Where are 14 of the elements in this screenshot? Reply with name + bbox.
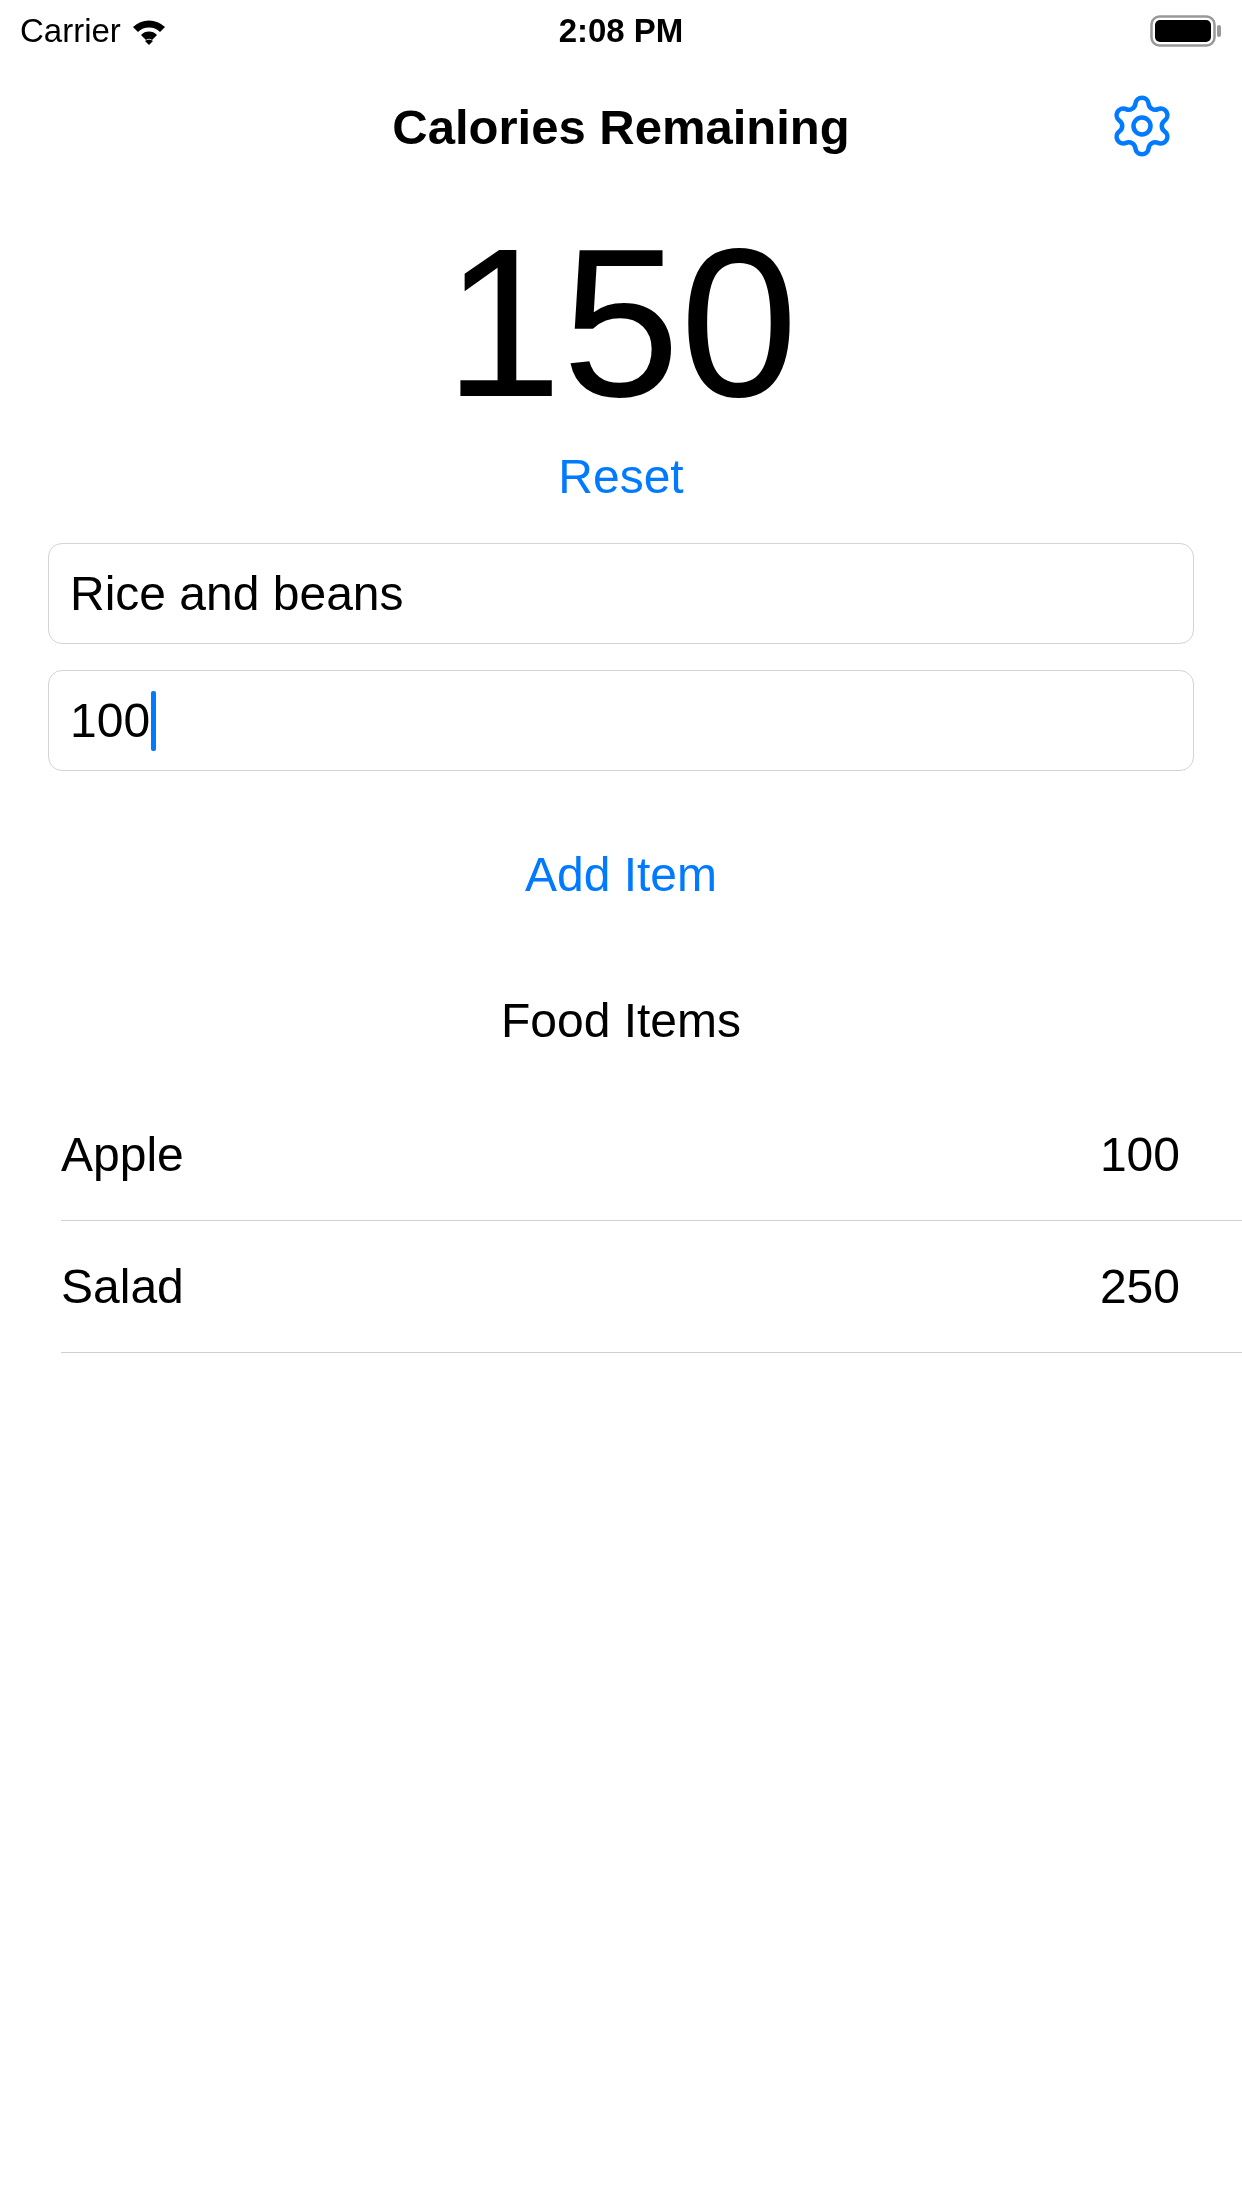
food-calories: 100 xyxy=(1099,1127,1180,1182)
section-title: Food Items xyxy=(500,993,742,1049)
reset-button[interactable]: Reset xyxy=(554,447,688,507)
food-name: Apple xyxy=(61,1127,184,1182)
calories-remaining-value: 150 xyxy=(444,210,798,435)
food-name: Salad xyxy=(61,1259,184,1314)
add-item-button[interactable]: Add Item xyxy=(520,845,722,905)
carrier-name: Carrier xyxy=(20,12,121,50)
screen-title: Calories Remaining xyxy=(392,99,850,155)
status-time: 2:08 PM xyxy=(558,12,684,50)
input-field[interactable]: 100 xyxy=(48,670,1194,771)
food-calories: 250 xyxy=(1099,1259,1180,1314)
input-field[interactable]: Rice and beans xyxy=(48,543,1194,644)
battery-icon xyxy=(1150,15,1222,47)
